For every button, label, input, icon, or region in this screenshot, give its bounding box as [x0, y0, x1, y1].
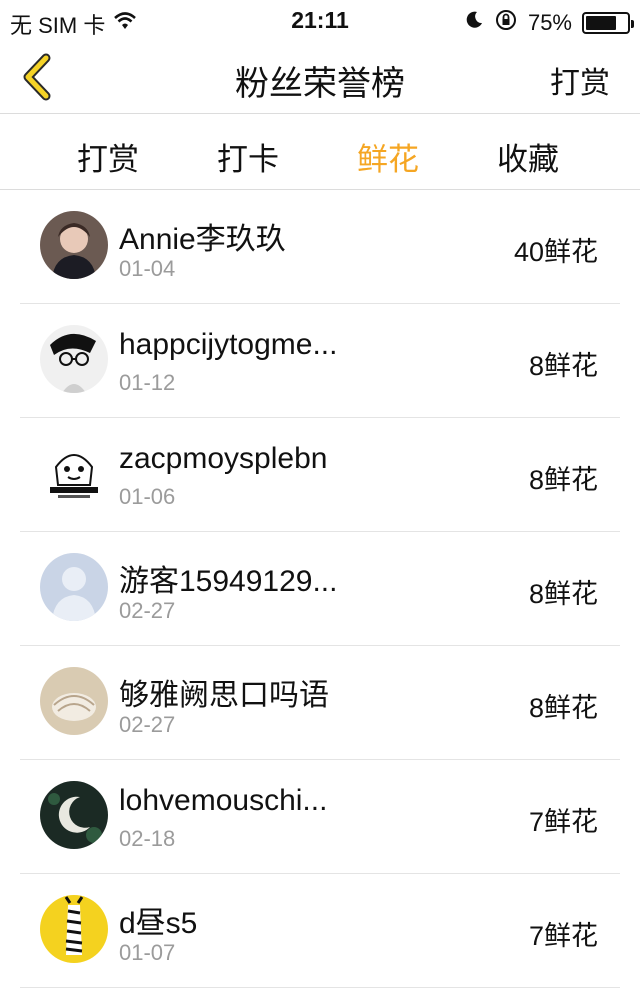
tab-flowers[interactable]: 鲜花 [338, 134, 438, 179]
status-right: 75% [464, 8, 634, 38]
date-label: 01-04 [119, 256, 176, 281]
avatar [40, 439, 108, 507]
tab-favorites[interactable]: 收藏 [478, 134, 578, 179]
tab-bar: 打赏 打卡 鲜花 收藏 [0, 114, 640, 190]
date-label: 01-07 [119, 940, 176, 965]
user-name: d昼s5 [119, 907, 198, 940]
default-avatar-icon [40, 553, 108, 621]
list-item[interactable]: Annie李玖玖 01-04 40鲜花 [20, 190, 620, 304]
user-name: 游客15949129... [119, 565, 338, 598]
flower-count: 7鲜花 [528, 921, 598, 951]
user-name: 够雅阙思口吗语 [119, 679, 329, 712]
date-label: 02-27 [119, 598, 176, 623]
avatar [40, 781, 108, 849]
list-item[interactable]: happcijytogme... 01-12 8鲜花 [20, 304, 620, 418]
battery-percent: 75% [527, 10, 572, 35]
flower-count: 7鲜花 [528, 807, 598, 837]
date-label: 01-06 [119, 484, 176, 509]
user-name: Annie李玖玖 [119, 223, 286, 256]
fan-ranking-list: Annie李玖玖 01-04 40鲜花 happcijytogme... 01-… [0, 190, 640, 988]
avatar [40, 325, 108, 393]
tab-reward[interactable]: 打赏 [58, 134, 158, 179]
reward-button[interactable]: 打赏 [550, 58, 610, 102]
list-item[interactable]: d昼s5 01-07 7鲜花 [20, 874, 620, 988]
flower-count: 40鲜花 [513, 237, 598, 267]
flower-count: 8鲜花 [528, 351, 598, 381]
flower-count: 8鲜花 [528, 693, 598, 723]
user-name: lohvemouschi... [119, 784, 328, 817]
user-name: zacpmoysplebn [119, 442, 328, 475]
list-item[interactable]: 够雅阙思口吗语 02-27 8鲜花 [20, 646, 620, 760]
page-title: 粉丝荣誉榜 [235, 65, 405, 103]
avatar [40, 667, 108, 735]
avatar [40, 211, 108, 279]
flower-count: 8鲜花 [528, 579, 598, 609]
battery-level [586, 16, 616, 30]
moon-icon [464, 10, 484, 36]
flower-count: 8鲜花 [528, 465, 598, 495]
list-item[interactable]: 游客15949129... 02-27 8鲜花 [20, 532, 620, 646]
status-bar: 无 SIM 卡 21:11 75% [0, 0, 640, 40]
user-name: happcijytogme... [119, 328, 338, 361]
date-label: 01-12 [119, 370, 176, 395]
avatar [40, 895, 108, 963]
list-item[interactable]: zacpmoysplebn 01-06 8鲜花 [20, 418, 620, 532]
tab-checkin[interactable]: 打卡 [198, 134, 298, 179]
rotation-lock-icon [494, 8, 518, 38]
list-item[interactable]: lohvemouschi... 02-18 7鲜花 [20, 760, 620, 874]
date-label: 02-27 [119, 712, 176, 737]
battery-icon [582, 12, 634, 34]
date-label: 02-18 [119, 826, 176, 851]
navigation-bar: 粉丝荣誉榜 打赏 [0, 40, 640, 114]
